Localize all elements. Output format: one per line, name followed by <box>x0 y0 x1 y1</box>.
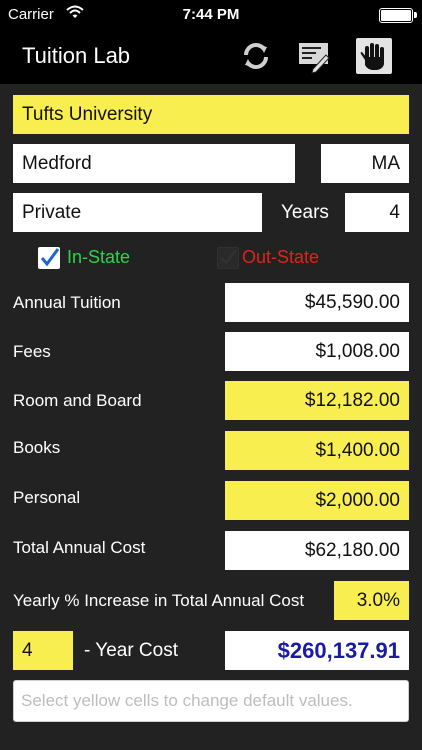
nav-bar: Tuition Lab <box>0 30 422 84</box>
annual-tuition-field[interactable]: $45,590.00 <box>225 283 409 322</box>
year-cost-label: - Year Cost <box>84 640 178 661</box>
years-label: Years <box>281 202 329 223</box>
hint-field[interactable]: Select yellow cells to change default va… <box>13 680 409 722</box>
in-state-label[interactable]: In-State <box>67 247 130 268</box>
yearly-increase-field[interactable]: 3.0% <box>334 581 409 620</box>
personal-label: Personal <box>13 488 81 507</box>
state-field[interactable]: MA <box>321 144 409 183</box>
yearly-increase-label: Yearly % Increase in Total Annual Cost <box>13 591 305 610</box>
personal-field[interactable]: $2,000.00 <box>225 481 409 520</box>
projection-years-field[interactable]: 4 <box>13 631 73 670</box>
room-board-label: Room and Board <box>13 391 142 410</box>
city-field[interactable]: Medford <box>13 144 295 183</box>
out-state-label[interactable]: Out-State <box>242 247 319 268</box>
battery-tip <box>414 12 417 18</box>
in-state-checkbox[interactable] <box>38 247 60 269</box>
school-type-field[interactable]: Private <box>13 193 262 232</box>
total-annual-field: $62,180.00 <box>225 531 409 570</box>
fees-field[interactable]: $1,008.00 <box>225 332 409 371</box>
status-bar: Carrier 7:44 PM <box>0 0 422 30</box>
out-state-checkbox[interactable] <box>217 247 239 269</box>
hand-stop-icon[interactable] <box>356 38 392 74</box>
app-title: Tuition Lab <box>22 43 131 68</box>
refresh-icon[interactable] <box>238 38 274 74</box>
fees-label: Fees <box>13 342 51 361</box>
annual-tuition-label: Annual Tuition <box>13 293 121 312</box>
battery-icon <box>379 8 413 23</box>
total-annual-label: Total Annual Cost <box>13 538 146 557</box>
clock: 7:44 PM <box>182 6 240 23</box>
total-cost-field: $260,137.91 <box>225 631 409 670</box>
room-board-field[interactable]: $12,182.00 <box>225 381 409 420</box>
years-field[interactable]: 4 <box>345 193 409 232</box>
books-field[interactable]: $1,400.00 <box>225 431 409 470</box>
edit-form-icon[interactable] <box>296 38 332 74</box>
school-name-field[interactable]: Tufts University <box>13 95 409 134</box>
books-label: Books <box>13 438 61 457</box>
